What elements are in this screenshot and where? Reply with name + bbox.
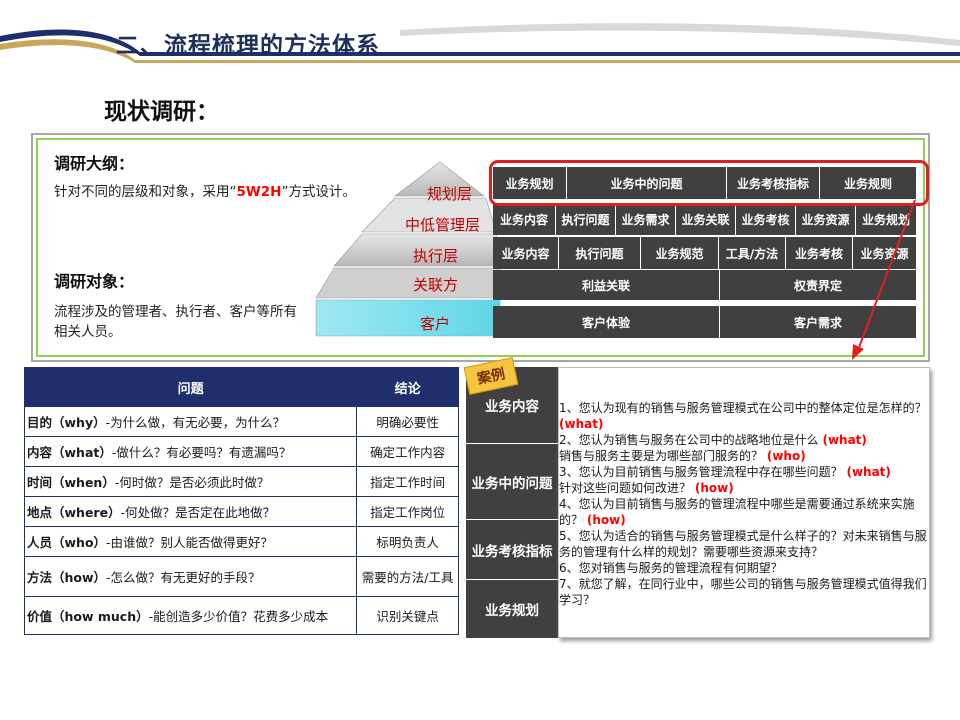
case-side-panel: 业务内容 业务中的问题 业务考核指标 业务规划 xyxy=(466,367,558,638)
case-line: 1、您认为现有的销售与服务管理模式在公司中的整体定位是怎样的？ (what) xyxy=(559,401,927,431)
question-cell: 方法（how）-怎么做？有无更好的手段？ xyxy=(23,556,358,597)
column-header-conclusion: 结论 xyxy=(356,367,459,407)
table-row: 方法（how）-怎么做？有无更好的手段？ 需要的方法/工具 xyxy=(23,556,459,597)
case-line: 针对这些问题如何改进？ (how) xyxy=(559,481,734,495)
conclusion-cell: 确定工作内容 xyxy=(356,436,459,467)
table-header-row: 问题 结论 xyxy=(23,367,459,407)
case-side-item: 业务中的问题 xyxy=(466,443,558,519)
table-row: 时间（when）-何时做？是否必须此时做？ 指定工作时间 xyxy=(23,466,459,497)
case-line: 3、您认为目前销售与服务管理流程中存在哪些问题？ (what) xyxy=(559,465,891,479)
question-cell: 时间（when）-何时做？是否必须此时做？ xyxy=(23,466,358,497)
question-cell: 价值（how much）-能创造多少价值？花费多少成本 xyxy=(23,596,358,635)
conclusion-cell: 识别关键点 xyxy=(356,596,459,635)
case-line: 5、您认为适合的销售与服务管理模式是什么样子的？对未来销售与服务的管理有什么样的… xyxy=(559,529,927,559)
case-side-item: 业务考核指标 xyxy=(466,519,558,579)
case-line: 4、您认为目前销售与服务的管理流程中哪些是需要通过系统来实施的？ (how) xyxy=(559,497,915,527)
conclusion-cell: 明确必要性 xyxy=(356,406,459,437)
table-row: 内容（what）-做什么？有必要吗？有遗漏吗？ 确定工作内容 xyxy=(23,436,459,467)
5w2h-table: 问题 结论 目的（why）-为什么做，有无必要，为什么？ 明确必要性 内容（wh… xyxy=(23,367,459,635)
case-question-list: 1、您认为现有的销售与服务管理模式在公司中的整体定位是怎样的？ (what) 2… xyxy=(559,400,929,608)
table-row: 价值（how much）-能创造多少价值？花费多少成本 识别关键点 xyxy=(23,596,459,635)
conclusion-cell: 需要的方法/工具 xyxy=(356,556,459,597)
conclusion-cell: 指定工作岗位 xyxy=(356,496,459,527)
table-row: 地点（where）-何处做？是否定在此地做？ 指定工作岗位 xyxy=(23,496,459,527)
table-row: 目的（why）-为什么做，有无必要，为什么？ 明确必要性 xyxy=(23,406,459,437)
case-line: 2、您认为销售与服务在公司中的战略地位是什么 (what) xyxy=(559,433,867,447)
table-row: 人员（who）-由谁做？别人能否做得更好？ 标明负责人 xyxy=(23,526,459,557)
question-cell: 目的（why）-为什么做，有无必要，为什么？ xyxy=(23,406,358,437)
case-line: 销售与服务主要是为哪些部门服务的？ (who) xyxy=(559,449,806,463)
question-cell: 内容（what）-做什么？有必要吗？有遗漏吗？ xyxy=(23,436,358,467)
question-cell: 人员（who）-由谁做？别人能否做得更好？ xyxy=(23,526,358,557)
conclusion-cell: 标明负责人 xyxy=(356,526,459,557)
question-cell: 地点（where）-何处做？是否定在此地做？ xyxy=(23,496,358,527)
case-line: 7、就您了解，在同行业中，哪些公司的销售与服务管理模式值得我们学习？ xyxy=(559,577,927,607)
column-header-question: 问题 xyxy=(23,367,358,407)
case-side-item: 业务规划 xyxy=(466,579,558,638)
conclusion-cell: 指定工作时间 xyxy=(356,466,459,497)
case-line: 6、您对销售与服务的管理流程有何期望？ xyxy=(559,561,783,575)
